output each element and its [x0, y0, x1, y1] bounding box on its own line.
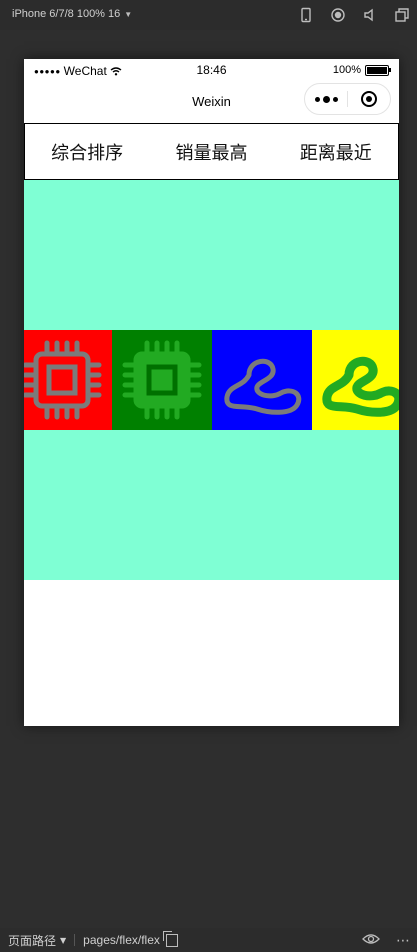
phone-icon[interactable] [297, 6, 315, 24]
target-icon [361, 91, 377, 107]
nav-bar: Weixin [24, 83, 399, 123]
more-menu-button[interactable] [305, 84, 347, 114]
simulator-toolbar: iPhone 6/7/8 100% 16 ▼ [0, 0, 417, 30]
device-label: iPhone 6/7/8 100% 16 [12, 8, 121, 20]
cloud-icon [322, 356, 399, 417]
chip-icon [122, 340, 202, 420]
tile-row [24, 330, 399, 430]
window-icon[interactable] [393, 6, 411, 24]
tile-yellow[interactable] [312, 330, 399, 430]
record-icon[interactable] [329, 6, 347, 24]
battery-icon [365, 64, 391, 76]
device-selector[interactable]: iPhone 6/7/8 100% 16 ▼ [12, 8, 132, 20]
tab-nearest-distance[interactable]: 距离最近 [300, 139, 372, 165]
tab-composite-sort[interactable]: 综合排序 [51, 139, 123, 165]
speaker-icon[interactable] [361, 6, 379, 24]
page-path-label: 页面路径 [8, 933, 57, 948]
page-path-selector[interactable]: 页面路径 ▼ [8, 932, 66, 949]
cloud-icon [224, 358, 302, 415]
chevron-down-icon: ▼ [60, 935, 67, 945]
menu-capsule [304, 83, 391, 115]
more-icon[interactable]: ⋯ [396, 933, 411, 949]
copy-icon[interactable] [162, 930, 178, 947]
tile-red[interactable] [24, 330, 112, 430]
close-miniprogram-button[interactable] [348, 84, 390, 114]
page-path-value: pages/flex/flex [83, 933, 160, 947]
more-dots-icon [314, 95, 338, 103]
chevron-down-icon: ▼ [124, 9, 133, 19]
phone-screen: ●●●●● WeChat 18:46 100% Weixin 综合排序 销量最高… [24, 59, 399, 726]
tile-blue[interactable] [212, 330, 312, 430]
tab-highest-sales[interactable]: 销量最高 [175, 139, 247, 165]
flex-container [24, 180, 399, 580]
status-bar: ●●●●● WeChat 18:46 100% [24, 59, 399, 83]
divider [74, 934, 76, 946]
chip-icon [24, 340, 102, 420]
simulator-status-bar: 页面路径 ▼ pages/flex/flex ⋯ [0, 928, 417, 952]
battery-percent: 100% [332, 64, 361, 76]
tile-green[interactable] [112, 330, 212, 430]
sort-tab-bar: 综合排序 销量最高 距离最近 [24, 123, 399, 180]
eye-icon[interactable] [362, 932, 380, 949]
